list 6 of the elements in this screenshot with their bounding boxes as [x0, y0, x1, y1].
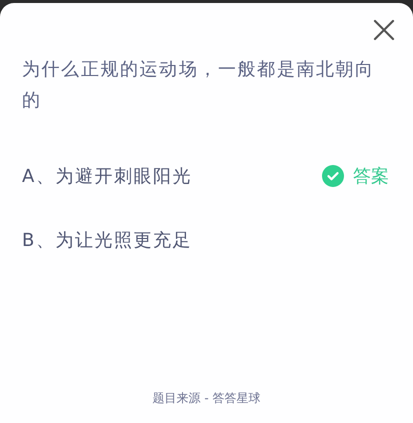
close-icon[interactable] — [373, 19, 395, 41]
option-text[interactable]: A、为避开刺眼阳光 — [22, 162, 192, 190]
option-text[interactable]: B、为让光照更充足 — [22, 226, 192, 254]
question-text: 为什么正规的运动场，一般都是南北朝向的 — [22, 58, 376, 113]
answer-label: 答案 — [353, 164, 389, 188]
source-text: 题目来源 - 答答星球 — [152, 391, 260, 405]
